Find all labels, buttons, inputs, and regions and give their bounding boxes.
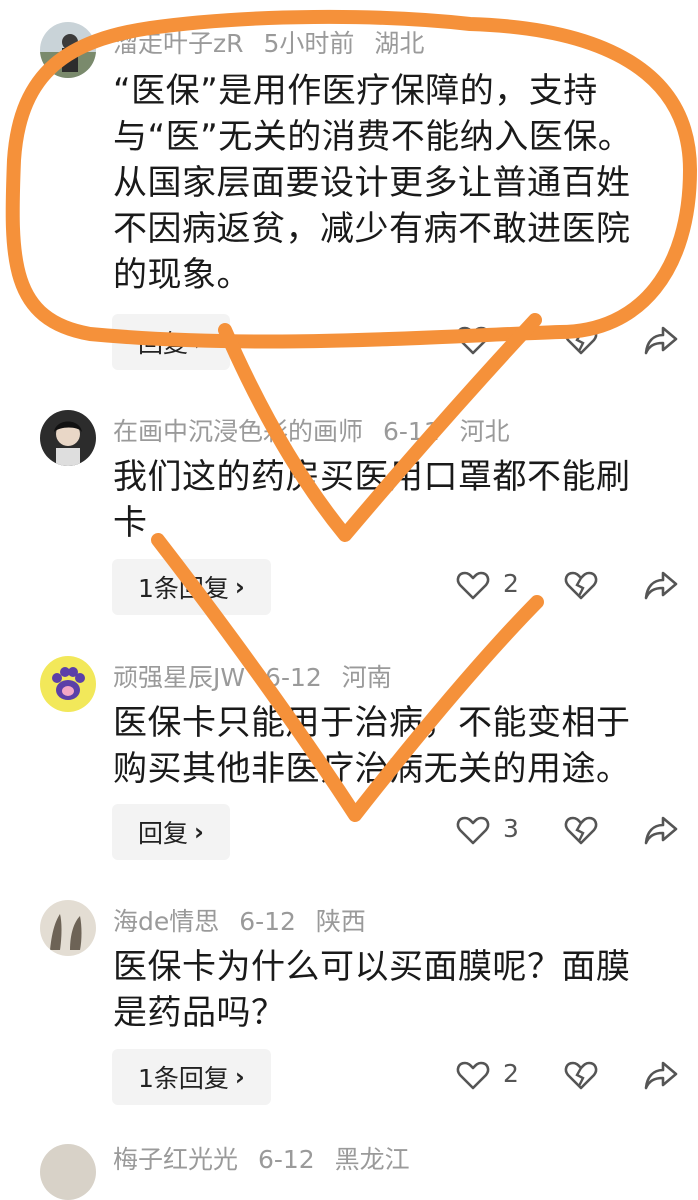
avatar[interactable] — [40, 900, 96, 956]
heart-icon[interactable] — [455, 322, 491, 358]
reply-button[interactable]: 回复 › — [112, 314, 230, 370]
comment-actions — [455, 322, 685, 362]
username[interactable]: 海de情思 — [113, 907, 219, 936]
comment-text: 医保卡只能用于治病，不能变相于购买其他非医疗治病无关的用途。 — [113, 703, 631, 789]
reply-button[interactable]: 1条回复 › — [112, 1049, 271, 1105]
chevron-right-icon: › — [194, 818, 204, 846]
share-arrow-icon[interactable] — [643, 567, 679, 603]
reply-label: 1条回复 — [138, 1064, 229, 1093]
heart-icon[interactable] — [455, 567, 491, 603]
chevron-right-icon: › — [234, 573, 245, 601]
chevron-right-icon: › — [234, 1063, 245, 1091]
reply-label: 回复 — [138, 329, 189, 358]
comment-time: 6-11 — [382, 417, 440, 446]
chevron-right-icon: › — [194, 328, 204, 356]
username[interactable]: 顽强星辰JW — [113, 663, 245, 692]
comment-actions: 2 — [455, 1057, 685, 1097]
comment-meta: 梅子红光光 6-12 黑龙江 — [113, 1140, 422, 1176]
comment-location: 河北 — [459, 417, 510, 446]
reply-label: 回复 — [138, 819, 189, 848]
broken-heart-icon[interactable] — [563, 812, 599, 848]
share-arrow-icon[interactable] — [643, 812, 679, 848]
comment-time: 6-12 — [257, 1145, 315, 1174]
broken-heart-icon[interactable] — [563, 567, 599, 603]
avatar[interactable] — [40, 410, 96, 466]
comment-meta: 在画中沉浸色彩的画师 6-11 河北 — [113, 412, 522, 448]
reply-button[interactable]: 1条回复 › — [112, 559, 271, 615]
like-count: 2 — [503, 569, 519, 598]
username[interactable]: 梅子红光光 — [113, 1145, 238, 1174]
comment-text: 医保卡为什么可以买面膜呢？面膜是药品吗？ — [113, 947, 631, 1033]
comment-location: 黑龙江 — [334, 1145, 410, 1174]
comment-meta: 顽强星辰JW 6-12 河南 — [113, 658, 404, 694]
heart-icon[interactable] — [455, 812, 491, 848]
reply-label: 1条回复 — [138, 574, 229, 603]
share-arrow-icon[interactable] — [643, 1057, 679, 1093]
avatar[interactable] — [40, 22, 96, 78]
avatar[interactable] — [40, 656, 96, 712]
comment-location: 陕西 — [315, 907, 366, 936]
comment-time: 5小时前 — [263, 29, 355, 58]
comment-actions: 3 — [455, 812, 685, 852]
reply-button[interactable]: 回复 › — [112, 804, 230, 860]
comment-location: 湖北 — [374, 29, 425, 58]
avatar[interactable] — [40, 1144, 96, 1200]
broken-heart-icon[interactable] — [563, 1057, 599, 1093]
broken-heart-icon[interactable] — [563, 322, 599, 358]
like-count: 2 — [503, 1059, 519, 1088]
comment-actions: 2 — [455, 567, 685, 607]
share-arrow-icon[interactable] — [643, 322, 679, 358]
username[interactable]: 在画中沉浸色彩的画师 — [113, 417, 363, 446]
comment-text: “医保”是用作医疗保障的，支持与“医”无关的消费不能纳入医保。从国家层面要设计更… — [113, 71, 633, 295]
comment-location: 河南 — [341, 663, 392, 692]
comment-text: 我们这的药房买医用口罩都不能刷卡 — [113, 457, 631, 543]
comment-meta: 海de情思 6-12 陕西 — [113, 902, 378, 938]
like-count: 3 — [503, 814, 519, 843]
comment-time: 6-12 — [265, 663, 322, 692]
username[interactable]: 溜走叶子zR — [113, 29, 244, 58]
comment-meta: 溜走叶子zR 5小时前 湖北 — [113, 24, 436, 60]
comment-time: 6-12 — [239, 907, 296, 936]
heart-icon[interactable] — [455, 1057, 491, 1093]
